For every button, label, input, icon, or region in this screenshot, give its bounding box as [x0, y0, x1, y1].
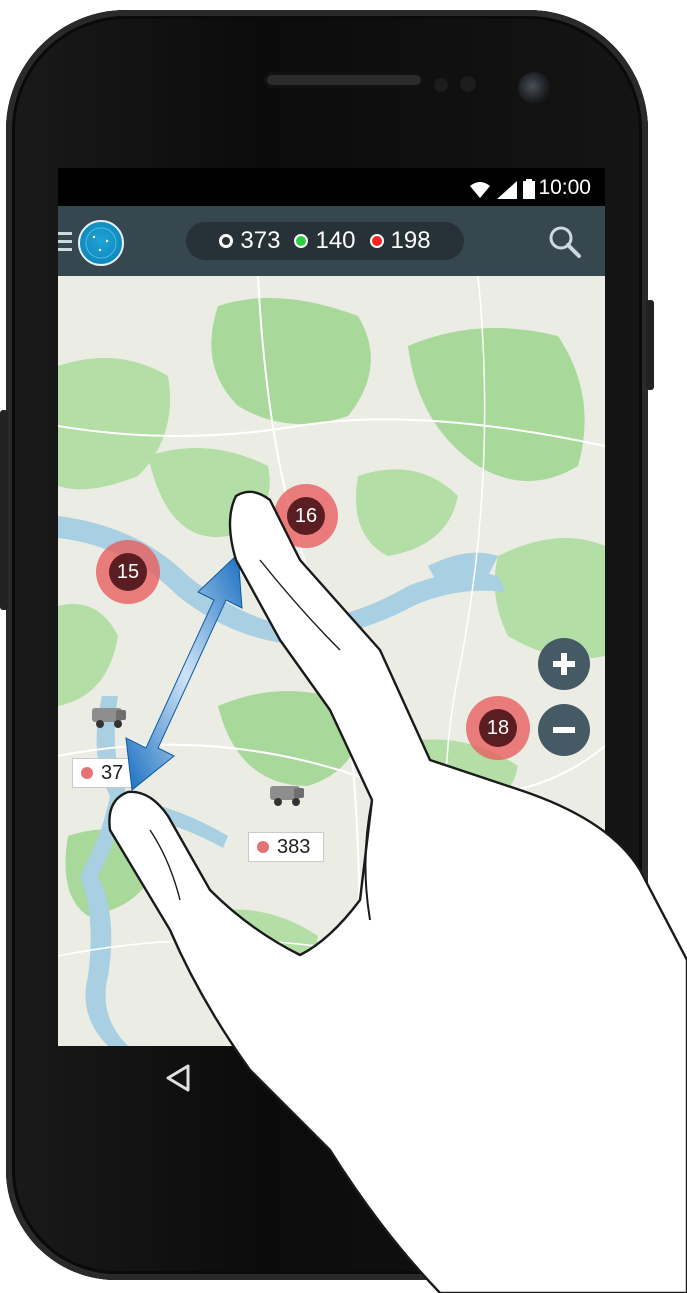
app-logo[interactable] — [78, 220, 124, 266]
vehicle-label-text: 383 — [277, 835, 311, 858]
counter-offline: 198 — [369, 227, 431, 255]
zoom-in-button[interactable] — [538, 638, 590, 690]
battery-icon — [523, 179, 535, 199]
light-sensor — [460, 76, 476, 92]
status-clock: 10:00 — [538, 176, 591, 199]
app-bar: 373 140 198 — [58, 206, 605, 276]
red-dot-icon — [369, 234, 384, 248]
front-camera — [518, 72, 550, 104]
minus-icon — [553, 727, 575, 733]
cluster-count: 16 — [287, 497, 325, 535]
vehicle-icon[interactable] — [90, 702, 130, 730]
vehicle-label[interactable]: 37 — [72, 758, 134, 788]
vehicle-cluster[interactable]: 15 — [96, 540, 160, 604]
map-view[interactable]: 16 15 18 37 383 — [58, 276, 605, 1046]
plus-icon — [553, 653, 575, 675]
counter-total: 373 — [219, 227, 280, 255]
counter-offline-value: 198 — [390, 227, 431, 254]
wifi-icon — [470, 182, 490, 198]
zoom-out-button[interactable] — [538, 704, 590, 756]
ring-dot-icon — [219, 234, 234, 248]
vehicle-cluster[interactable]: 16 — [274, 484, 338, 548]
status-dot-icon — [257, 841, 269, 853]
green-dot-icon — [294, 234, 309, 248]
status-dot-icon — [81, 767, 93, 779]
counter-online: 140 — [294, 227, 356, 255]
search-icon[interactable] — [547, 224, 583, 260]
vehicle-label-text: 37 — [101, 761, 124, 784]
status-bar: 10:00 — [58, 168, 605, 206]
cluster-count: 18 — [479, 709, 517, 747]
cluster-count: 15 — [109, 553, 147, 591]
vehicle-icon[interactable] — [268, 780, 308, 808]
counter-total-value: 373 — [240, 227, 281, 254]
vehicle-cluster[interactable]: 18 — [466, 696, 530, 760]
map-tiles — [58, 276, 605, 1046]
proximity-sensor — [434, 78, 448, 92]
counter-online-value: 140 — [315, 227, 356, 254]
vehicle-counter[interactable]: 373 140 198 — [186, 222, 464, 260]
volume-button — [0, 410, 8, 610]
menu-icon[interactable] — [58, 232, 72, 256]
earpiece-speaker — [264, 72, 424, 88]
signal-icon — [497, 181, 517, 199]
vehicle-label[interactable]: 383 — [248, 832, 324, 862]
power-button — [646, 300, 654, 390]
phone-screen: 10:00 373 140 198 16 15 18 37 383 — [58, 168, 605, 1046]
back-triangle-icon[interactable] — [160, 1060, 196, 1096]
